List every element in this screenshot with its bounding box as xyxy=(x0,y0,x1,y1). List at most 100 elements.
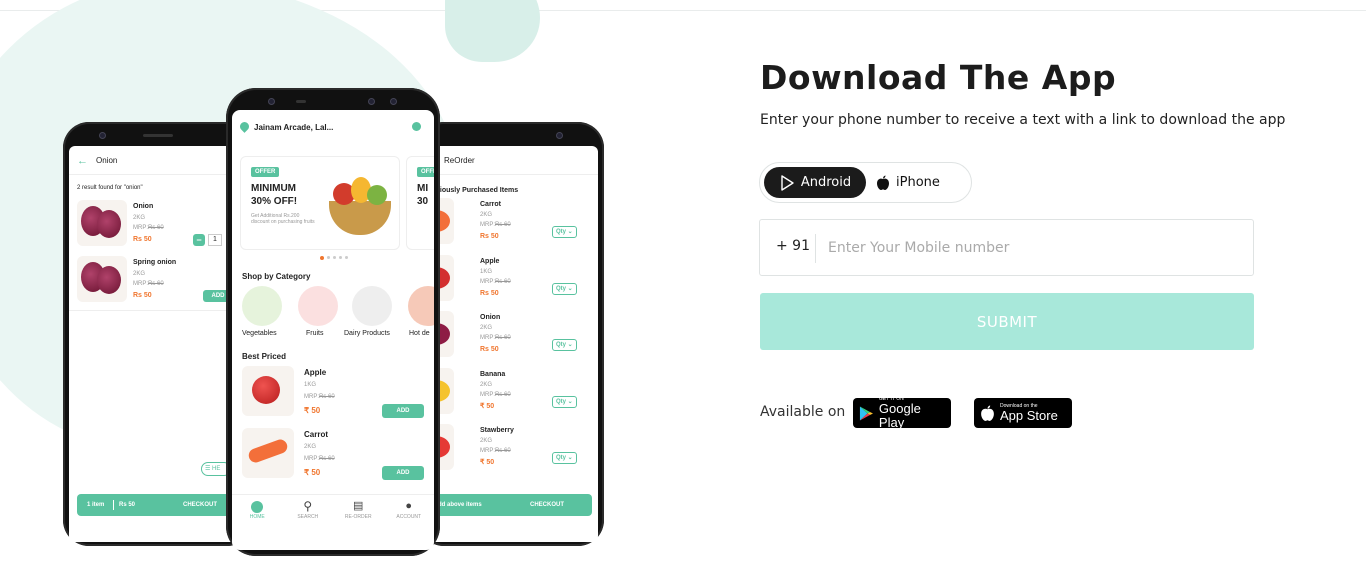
offer-banner-2[interactable]: OFFER MI 30 xyxy=(406,156,434,250)
dairy-image[interactable] xyxy=(352,286,392,326)
fruits-image[interactable] xyxy=(298,286,338,326)
offer-banner[interactable]: OFFER MINIMUM 30% OFF! Get Additional Rs… xyxy=(240,156,400,250)
platform-toggle: Android iPhone xyxy=(759,162,972,203)
phone-screen: ReOrder viously Purchased Items Carrot 2K… xyxy=(422,146,598,542)
add-button[interactable]: ADD xyxy=(382,404,424,418)
mrp-value: Rs 60 xyxy=(495,222,511,228)
phone-screen: Jainam Arcade, Lal... OFFER MINIMUM 30% … xyxy=(232,110,434,550)
app-store-badge[interactable]: Download on the App Store xyxy=(974,398,1072,428)
nav-label: SEARCH xyxy=(297,514,319,520)
cart-items: 1 item xyxy=(87,502,105,508)
qty-value: 1 xyxy=(208,234,222,246)
checkout-label: CHECKOUT xyxy=(183,502,217,508)
bottom-bar[interactable]: dd above items CHECKOUT xyxy=(422,494,592,516)
submit-button[interactable]: SUBMIT xyxy=(760,293,1254,350)
app-store-big: App Store xyxy=(1000,408,1058,423)
mrp-row: MRP:Rs 60 xyxy=(480,447,511,455)
mrp-label: MRP: xyxy=(304,394,319,400)
mrp-value: Rs 60 xyxy=(495,335,511,341)
divider xyxy=(815,234,816,263)
nav-home[interactable]: HOME xyxy=(232,496,283,536)
mrp-value: Rs 60 xyxy=(319,394,335,400)
mrp-row: MRP:Rs 60 xyxy=(480,391,511,399)
country-code[interactable]: + 91 xyxy=(776,238,810,254)
mrp-label: MRP: xyxy=(133,225,148,231)
iphone-option[interactable]: iPhone xyxy=(876,167,966,198)
category-label[interactable]: Vegetables xyxy=(242,330,277,338)
category-label[interactable]: Fruits xyxy=(306,330,324,338)
offer-headline-2: 30 xyxy=(417,196,429,207)
product-price: Rs 50 xyxy=(480,233,499,240)
product-price: ₹ 50 xyxy=(480,459,495,466)
product-name: Banana xyxy=(480,370,506,378)
nav-label: RE-ORDER xyxy=(344,514,372,520)
product-weight: 2KG xyxy=(480,212,493,218)
product-weight: 2KG xyxy=(480,325,493,331)
mrp-value: Rs 60 xyxy=(495,448,511,454)
apple-icon xyxy=(877,175,889,190)
onion-image xyxy=(97,210,121,238)
cart-bar[interactable]: 1 item Rs 50 CHECKOUT xyxy=(77,494,247,516)
google-play-icon xyxy=(859,406,873,420)
qty-label: Qty xyxy=(556,285,567,292)
cart-icon: ▤ xyxy=(353,500,364,512)
product-weight: 2KG xyxy=(480,381,493,388)
qty-dropdown[interactable]: Qty ⌄ xyxy=(552,339,577,351)
user-icon: ● xyxy=(405,500,413,512)
add-button[interactable]: ADD xyxy=(382,466,424,480)
product-name: Stawberry xyxy=(480,427,514,434)
qty-label: Qty xyxy=(556,342,567,348)
home-icon xyxy=(251,501,264,513)
mrp-label: MRP: xyxy=(480,391,495,398)
product-name: Onion xyxy=(480,314,501,321)
nav-reorder[interactable]: ▤ RE-ORDER xyxy=(333,496,384,536)
location-text[interactable]: Jainam Arcade, Lal... xyxy=(254,123,333,132)
search-input-value: Onion xyxy=(96,156,118,165)
phone-mockup-search: ← Onion 2 result found for "onion" Onion… xyxy=(63,122,253,546)
category-label[interactable]: Dairy Products xyxy=(344,330,390,338)
product-weight: 1KG xyxy=(304,382,317,388)
location-pin-icon xyxy=(238,120,251,133)
android-option[interactable]: Android xyxy=(764,167,866,198)
available-on-label: Available on xyxy=(760,404,846,420)
camera-icon xyxy=(99,132,106,139)
apple-image xyxy=(252,376,280,404)
best-priced-heading: Best Priced xyxy=(242,352,287,361)
category-label[interactable]: Hot de xyxy=(409,330,430,338)
product-weight: 2KG xyxy=(480,438,493,444)
carousel-dots[interactable] xyxy=(320,256,348,260)
qty-dropdown[interactable]: Qty ⌄ xyxy=(552,282,577,295)
qty-dropdown[interactable]: Qty ⌄ xyxy=(552,226,577,238)
hot-deals-image[interactable] xyxy=(408,286,434,326)
google-play-badge[interactable]: GET IT ON Google Play xyxy=(853,396,951,430)
mrp-value: Rs 60 xyxy=(495,391,511,398)
product-price: Rs 50 xyxy=(133,292,152,299)
product-weight: 2KG xyxy=(133,215,146,221)
chevron-down-icon: ⌄ xyxy=(566,229,573,235)
qty-dropdown[interactable]: Qty ⌄ xyxy=(552,452,577,464)
result-count: 2 result found for "onion" xyxy=(77,185,143,191)
apple-icon xyxy=(981,405,994,421)
speaker-grille xyxy=(143,134,173,137)
category-heading: Shop by Category xyxy=(242,272,311,281)
bottom-bar-text: dd above items xyxy=(438,502,482,508)
product-weight: 2KG xyxy=(133,271,146,277)
nav-account[interactable]: ● ACCOUNT xyxy=(384,496,435,536)
phone-number-field: + 91 xyxy=(759,219,1254,276)
notification-bell-icon[interactable] xyxy=(412,122,421,131)
vegetables-image[interactable] xyxy=(242,286,282,326)
mrp-row: MRP:Rs 60 xyxy=(480,278,511,286)
offer-headline-2: 30% OFF! xyxy=(251,196,298,207)
qty-label: Qty xyxy=(556,398,567,405)
nav-search[interactable]: ⚲ SEARCH xyxy=(283,496,334,536)
search-icon: ⚲ xyxy=(303,499,313,513)
qty-dropdown[interactable]: Qty ⌄ xyxy=(552,395,577,408)
product-name: Apple xyxy=(480,257,500,265)
offer-headline-1: MI xyxy=(417,183,429,194)
mobile-number-input[interactable] xyxy=(828,230,1238,266)
decrement-button[interactable]: − xyxy=(193,234,205,246)
chevron-down-icon: ⌄ xyxy=(566,455,573,461)
divider xyxy=(422,174,598,175)
mrp-value: Rs 60 xyxy=(148,225,164,231)
qty-label: Qty xyxy=(556,455,567,461)
